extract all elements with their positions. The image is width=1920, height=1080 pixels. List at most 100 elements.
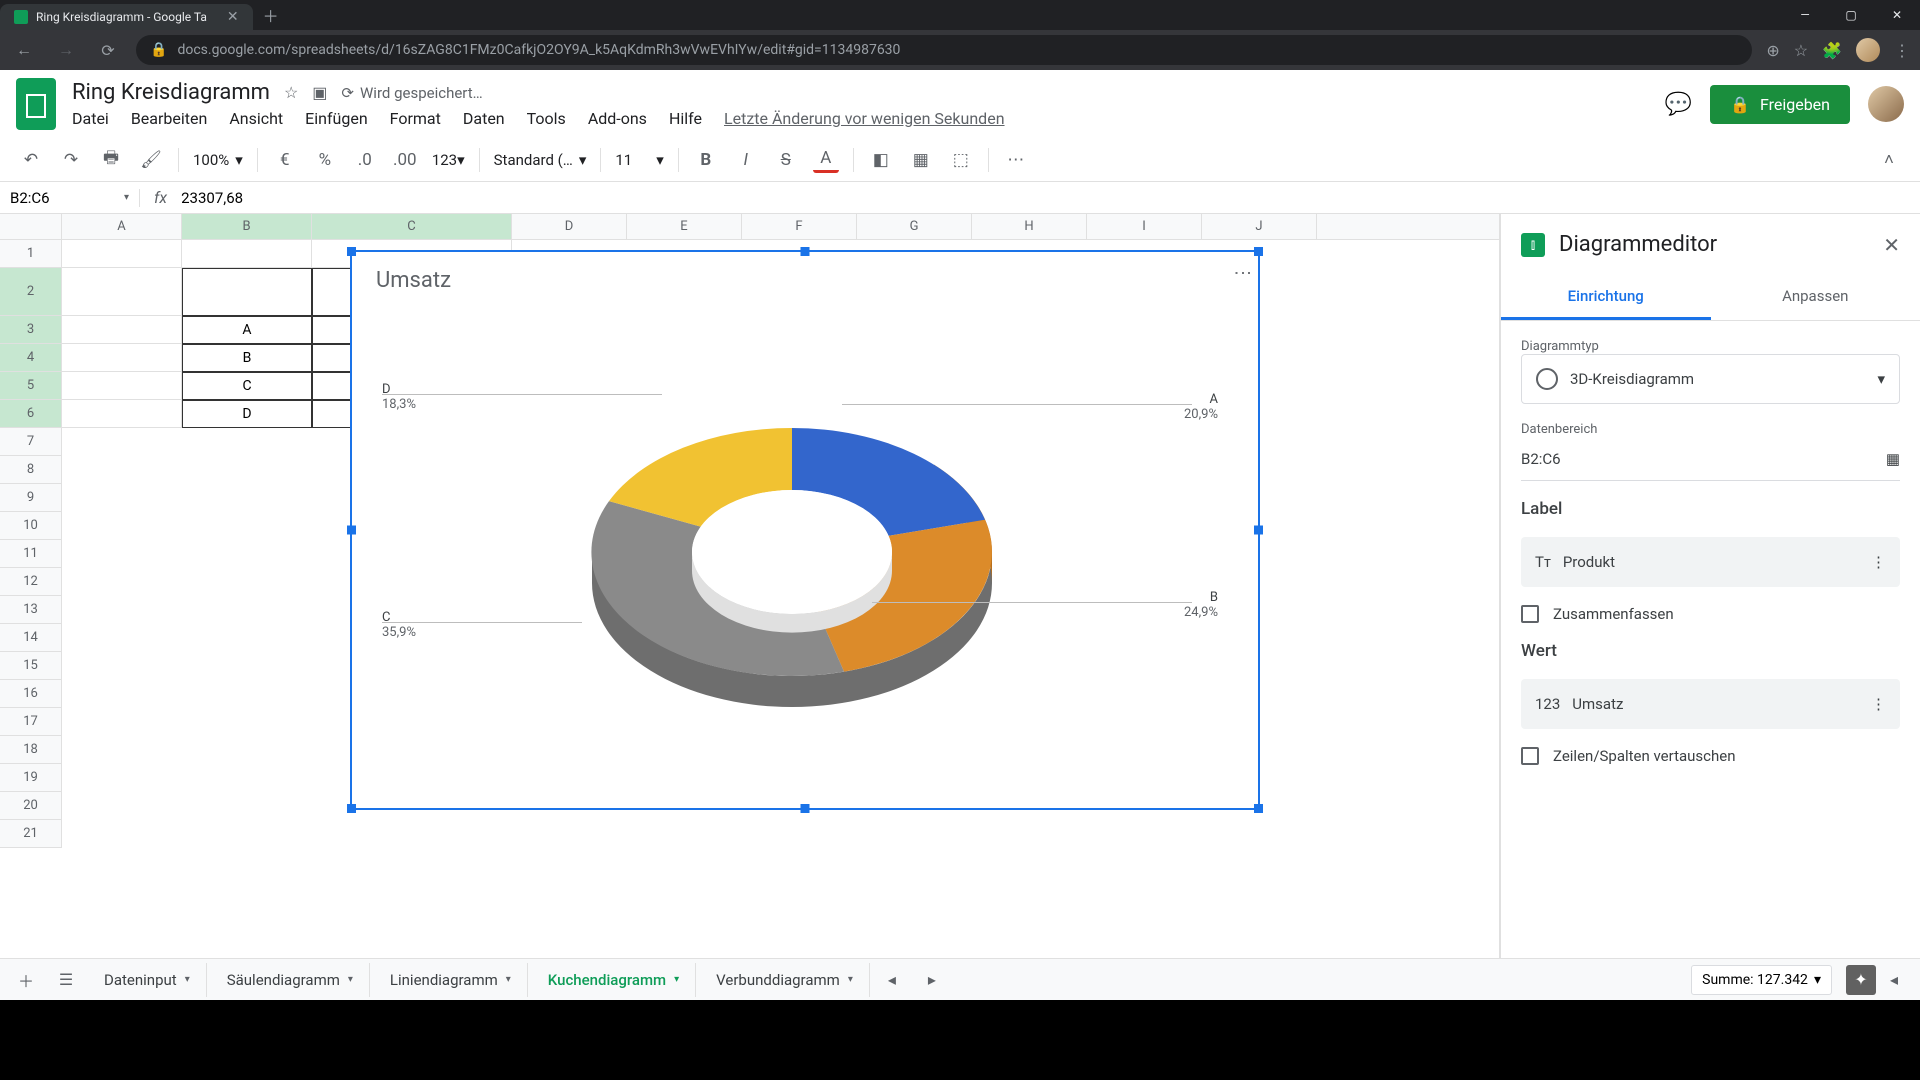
sheets-logo-icon[interactable] [16, 78, 56, 130]
range-input[interactable]: B2:C6 ▦ [1521, 437, 1900, 481]
chart-object[interactable]: Umsatz ⋮ [350, 250, 1260, 810]
row-4[interactable]: 4 [0, 344, 62, 372]
side-panel-toggle-icon[interactable]: ◂ [1890, 970, 1898, 989]
chart-title[interactable]: Umsatz [376, 268, 451, 293]
resize-handle[interactable] [801, 804, 810, 813]
collapse-toolbar-icon[interactable]: ˄ [1876, 147, 1902, 173]
extensions-icon[interactable]: 🧩 [1822, 41, 1842, 60]
resize-handle[interactable] [1254, 804, 1263, 813]
menu-tools[interactable]: Tools [527, 109, 566, 128]
row-14[interactable]: 14 [0, 624, 62, 652]
more-icon[interactable]: ⋮ [1871, 695, 1886, 713]
row-3[interactable]: 3 [0, 316, 62, 344]
chart-menu-icon[interactable]: ⋮ [1240, 264, 1244, 282]
row-5[interactable]: 5 [0, 372, 62, 400]
row-10[interactable]: 10 [0, 512, 62, 540]
bold-icon[interactable]: B [693, 147, 719, 173]
undo-icon[interactable]: ↶ [18, 147, 44, 173]
fill-color-icon[interactable]: ◧ [868, 147, 894, 173]
decrease-decimal-icon[interactable]: .0 [352, 147, 378, 173]
currency-euro-icon[interactable]: € [272, 147, 298, 173]
col-J[interactable]: J [1202, 214, 1317, 239]
sheet-tab-linien[interactable]: Liniendiagramm▾ [374, 963, 528, 997]
scroll-tabs-right-icon[interactable]: ▸ [914, 962, 950, 998]
menu-addons[interactable]: Add-ons [588, 109, 647, 128]
add-sheet-button[interactable]: ＋ [8, 962, 44, 998]
tab-anpassen[interactable]: Anpassen [1711, 275, 1920, 320]
window-minimize-icon[interactable]: ― [1782, 0, 1828, 30]
col-A[interactable]: A [62, 214, 182, 239]
row-19[interactable]: 19 [0, 764, 62, 792]
menu-bearbeiten[interactable]: Bearbeiten [131, 109, 208, 128]
row-16[interactable]: 16 [0, 680, 62, 708]
row-2[interactable]: 2 [0, 268, 62, 316]
print-icon[interactable]: 🖶 [98, 147, 124, 173]
resize-handle[interactable] [1254, 247, 1263, 256]
window-maximize-icon[interactable]: ▢ [1828, 0, 1874, 30]
close-panel-icon[interactable]: ✕ [1883, 233, 1900, 257]
col-C[interactable]: C [312, 214, 512, 239]
quicksum-box[interactable]: Summe: 127.342▾ [1691, 965, 1832, 995]
aggregate-checkbox[interactable]: Zusammenfassen [1521, 605, 1900, 623]
redo-icon[interactable]: ↷ [58, 147, 84, 173]
col-B[interactable]: B [182, 214, 312, 239]
last-edit-link[interactable]: Letzte Änderung vor wenigen Sekunden [724, 109, 1005, 128]
more-toolbar-icon[interactable]: ⋯ [1003, 147, 1029, 173]
row-6[interactable]: 6 [0, 400, 62, 428]
sheet-tab-saeulen[interactable]: Säulendiagramm▾ [211, 963, 370, 997]
value-field-chip[interactable]: 123Umsatz ⋮ [1521, 679, 1900, 729]
merge-cells-icon[interactable]: ⬚ [948, 147, 974, 173]
cell-A3[interactable]: A [182, 316, 312, 344]
menu-einfuegen[interactable]: Einfügen [305, 109, 368, 128]
browser-tab[interactable]: Ring Kreisdiagramm - Google Ta ✕ [0, 4, 253, 30]
scroll-tabs-left-icon[interactable]: ◂ [874, 962, 910, 998]
star-icon[interactable]: ☆ [284, 83, 298, 102]
switch-rowcol-checkbox[interactable]: Zeilen/Spalten vertauschen [1521, 747, 1900, 765]
row-17[interactable]: 17 [0, 708, 62, 736]
cell-header-produkt[interactable]: Produkt [182, 268, 312, 316]
increase-decimal-icon[interactable]: .00 [392, 147, 418, 173]
explore-button[interactable]: ✦ [1846, 965, 1876, 995]
text-color-icon[interactable]: A [813, 147, 839, 173]
share-button[interactable]: 🔒 Freigeben [1710, 85, 1850, 124]
percent-icon[interactable]: % [312, 147, 338, 173]
move-icon[interactable]: ▣ [312, 83, 327, 102]
row-21[interactable]: 21 [0, 820, 62, 848]
select-all-corner[interactable] [0, 214, 62, 239]
col-E[interactable]: E [627, 214, 742, 239]
bookmark-icon[interactable]: ☆ [1794, 41, 1808, 60]
italic-icon[interactable]: I [733, 147, 759, 173]
close-tab-icon[interactable]: ✕ [227, 9, 239, 25]
address-bar[interactable]: 🔒 docs.google.com/spreadsheets/d/16sZAG8… [136, 35, 1752, 65]
grid-select-icon[interactable]: ▦ [1886, 450, 1900, 468]
document-name[interactable]: Ring Kreisdiagramm [72, 80, 270, 105]
cell-A6[interactable]: D [182, 400, 312, 428]
row-11[interactable]: 11 [0, 540, 62, 568]
paint-format-icon[interactable]: 🖌 [138, 147, 164, 173]
row-8[interactable]: 8 [0, 456, 62, 484]
resize-handle[interactable] [347, 526, 356, 535]
resize-handle[interactable] [347, 247, 356, 256]
reload-icon[interactable]: ⟳ [94, 36, 122, 64]
nav-back-icon[interactable]: ← [10, 36, 38, 64]
strikethrough-icon[interactable]: S [773, 147, 799, 173]
number-format-select[interactable]: 123▾ [432, 151, 465, 169]
row-20[interactable]: 20 [0, 792, 62, 820]
row-9[interactable]: 9 [0, 484, 62, 512]
col-I[interactable]: I [1087, 214, 1202, 239]
menu-daten[interactable]: Daten [463, 109, 505, 128]
cell-A5[interactable]: C [182, 372, 312, 400]
col-F[interactable]: F [742, 214, 857, 239]
resize-handle[interactable] [1254, 526, 1263, 535]
new-tab-button[interactable]: ＋ [253, 0, 289, 30]
tab-einrichtung[interactable]: Einrichtung [1501, 275, 1711, 320]
row-13[interactable]: 13 [0, 596, 62, 624]
menu-format[interactable]: Format [390, 109, 441, 128]
row-7[interactable]: 7 [0, 428, 62, 456]
account-avatar[interactable] [1868, 86, 1904, 122]
nav-forward-icon[interactable]: → [52, 36, 80, 64]
spreadsheet-grid[interactable]: A B C D E F G H I J 1 2Produkt 3A 4B 5C … [0, 214, 1500, 958]
font-size-select[interactable]: 11▾ [615, 151, 663, 169]
resize-handle[interactable] [801, 247, 810, 256]
col-H[interactable]: H [972, 214, 1087, 239]
